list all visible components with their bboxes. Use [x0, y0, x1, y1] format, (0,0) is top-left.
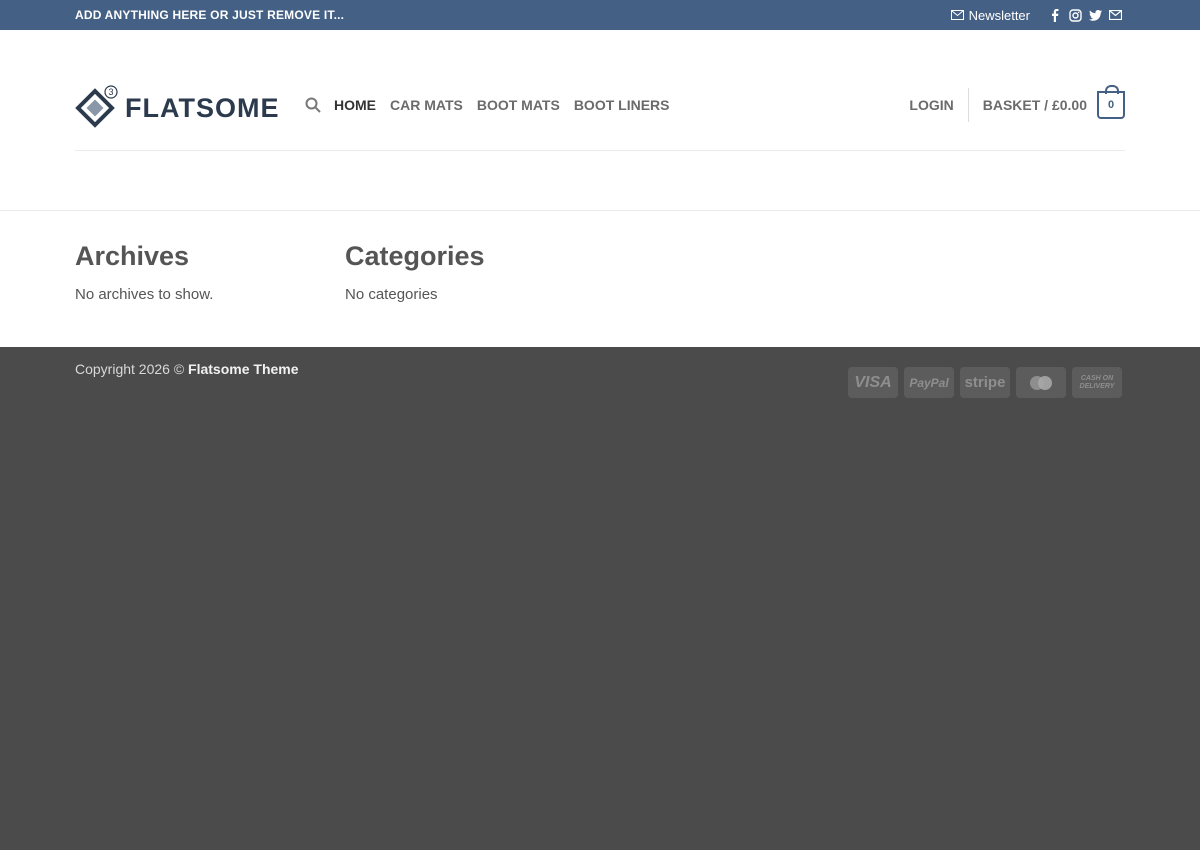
archives-text: No archives to show.: [75, 286, 214, 303]
main-nav: HOME CAR MATS BOOT MATS BOOT LINERS: [305, 94, 683, 116]
header-divider: [75, 150, 1125, 151]
top-bar-message: ADD ANYTHING HERE OR JUST REMOVE IT...: [75, 8, 345, 22]
site-footer: Copyright 2026 © Flatsome Theme VISA Pay…: [0, 347, 1200, 850]
search-icon[interactable]: [305, 97, 321, 113]
logo-mark-icon: 3: [75, 84, 119, 133]
facebook-icon[interactable]: [1048, 8, 1062, 22]
top-bar-links: Newsletter: [950, 0, 1122, 30]
basket-link[interactable]: BASKET / £0.00: [983, 97, 1087, 113]
top-bar: ADD ANYTHING HERE OR JUST REMOVE IT... N…: [0, 0, 1200, 30]
instagram-icon[interactable]: [1068, 8, 1082, 22]
nav-item-home[interactable]: HOME: [334, 94, 376, 116]
paypal-icon: PayPal: [904, 367, 954, 398]
twitter-icon[interactable]: [1088, 8, 1102, 22]
site-header: 3 FLATSOME HOME CAR MATS BOOT MATS BOOT …: [0, 30, 1200, 211]
logo-text: FLATSOME: [125, 93, 280, 123]
newsletter-link[interactable]: Newsletter: [950, 7, 1030, 23]
copyright-name[interactable]: Flatsome Theme: [188, 361, 298, 377]
cash-on-delivery-icon: CASH ON DELIVERY: [1072, 367, 1122, 398]
newsletter-label: Newsletter: [968, 7, 1030, 23]
header-actions: LOGIN BASKET / £0.00 0: [909, 85, 1125, 122]
site-logo[interactable]: 3 FLATSOME: [75, 84, 279, 133]
archives-widget: Archives No archives to show.: [75, 241, 213, 303]
archives-title: Archives: [75, 241, 190, 271]
email-icon[interactable]: [1108, 8, 1122, 22]
stripe-icon: stripe: [960, 367, 1010, 398]
visa-icon: VISA: [848, 367, 898, 398]
copyright: Copyright 2026 © Flatsome Theme: [75, 361, 299, 377]
nav-item-boot-mats[interactable]: BOOT MATS: [477, 94, 560, 116]
widget-area: Archives No archives to show. Categories…: [0, 211, 1200, 347]
nav-item-boot-liners[interactable]: BOOT LINERS: [574, 94, 670, 116]
categories-widget: Categories No categories: [345, 241, 485, 303]
copyright-prefix: Copyright 2026 ©: [75, 361, 185, 377]
mastercard-icon: [1016, 367, 1066, 398]
categories-title: Categories: [345, 241, 485, 271]
nav-item-car-mats[interactable]: CAR MATS: [390, 94, 463, 116]
login-link[interactable]: LOGIN: [909, 88, 969, 122]
categories-text: No categories: [345, 286, 438, 303]
cart-count-badge[interactable]: 0: [1097, 85, 1125, 119]
envelope-icon: [950, 8, 964, 23]
logo-badge: 3: [108, 87, 113, 97]
payment-icons: VISA PayPal stripe CASH ON DELIVERY: [848, 367, 1122, 398]
